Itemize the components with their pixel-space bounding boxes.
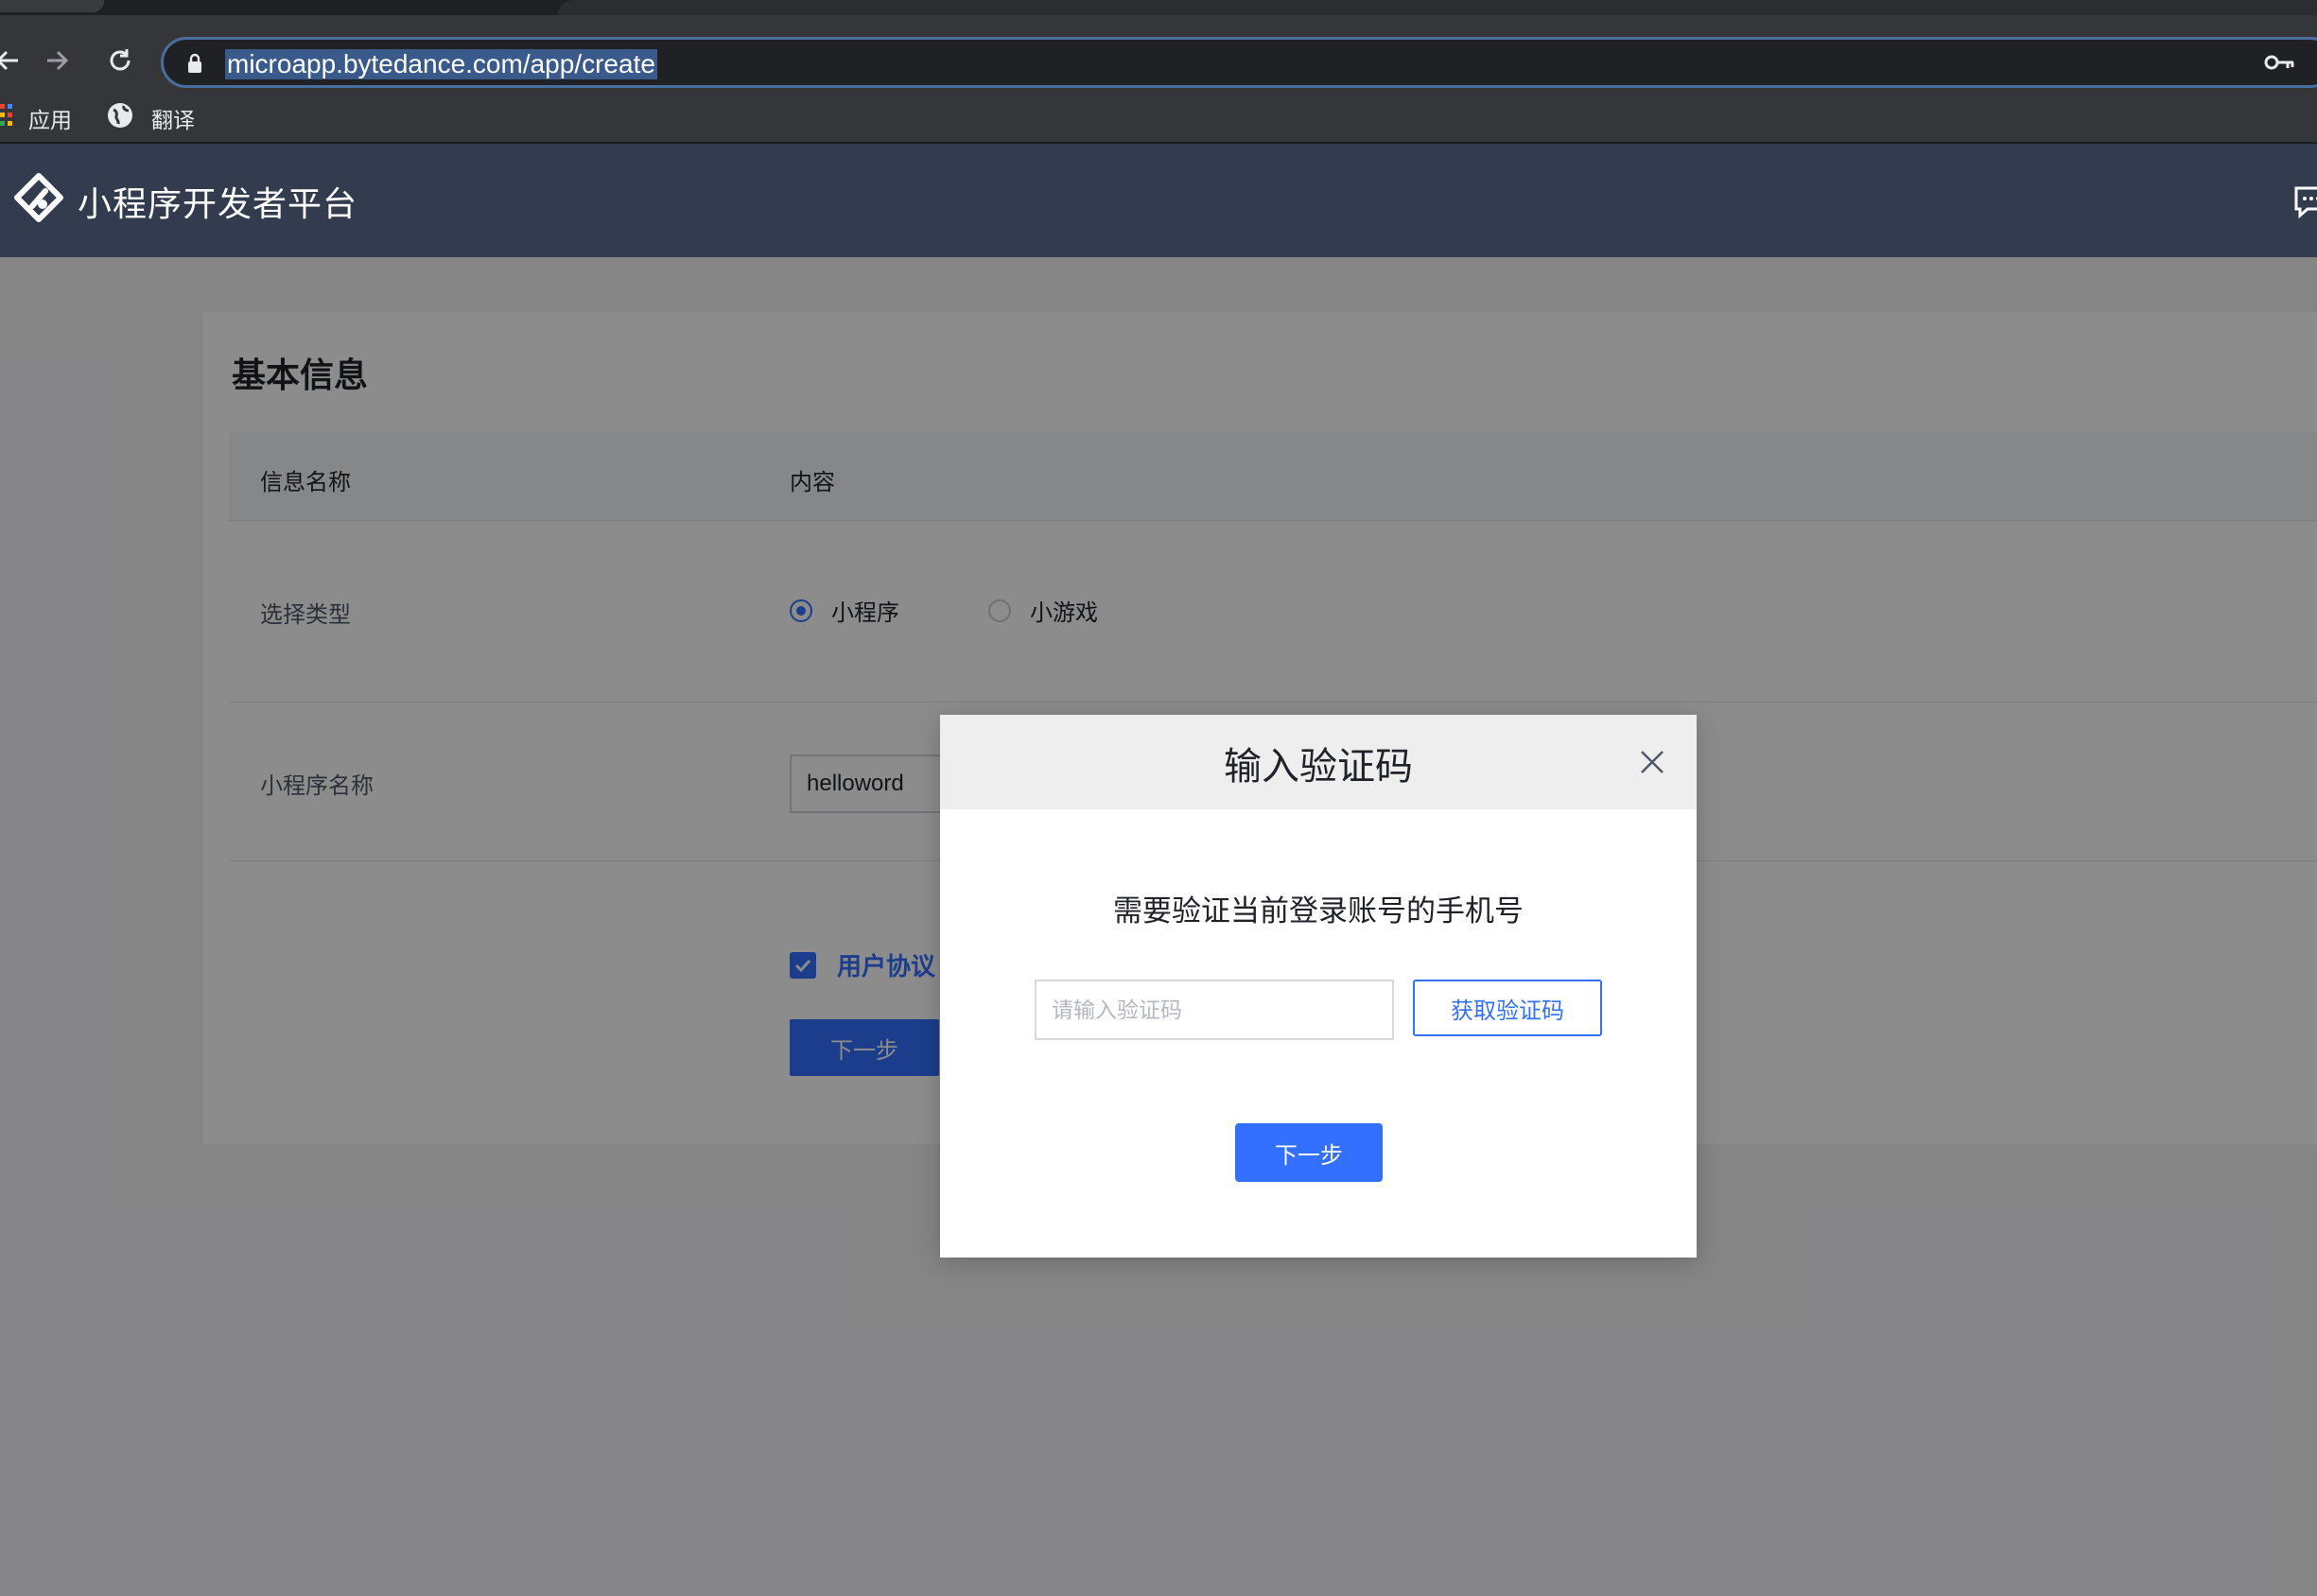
bookmarks-bar: 应用 翻译 — [0, 95, 2317, 142]
apps-grid-icon — [0, 103, 13, 133]
get-code-button[interactable]: 获取验证码 — [1413, 980, 1602, 1036]
bookmark-label: 应用 — [28, 108, 72, 132]
globe-icon — [106, 101, 134, 135]
bookmark-translate[interactable]: 翻译 — [106, 95, 195, 142]
verification-code-input[interactable] — [1035, 980, 1394, 1040]
bookmark-label: 翻译 — [151, 108, 195, 132]
app-header: 小程序开发者平台 — [0, 144, 2317, 257]
close-icon[interactable] — [1636, 746, 1668, 778]
back-icon[interactable] — [0, 41, 26, 80]
modal-header: 输入验证码 — [940, 715, 1697, 809]
browser-toolbar: microapp.bytedance.com/app/create — [0, 15, 2317, 95]
modal-next-button[interactable]: 下一步 — [1235, 1123, 1383, 1182]
modal-description: 需要验证当前登录账号的手机号 — [1113, 894, 1524, 928]
verification-modal: 输入验证码 需要验证当前登录账号的手机号 获取验证码 下一步 — [940, 715, 1697, 1258]
message-icon[interactable] — [2292, 185, 2317, 224]
browser-tab-active[interactable] — [558, 0, 2317, 15]
forward-icon[interactable] — [38, 41, 78, 80]
bookmark-apps[interactable]: 应用 — [0, 95, 72, 142]
platform-title[interactable]: 小程序开发者平台 — [78, 177, 357, 226]
modal-title: 输入验证码 — [1224, 746, 1413, 788]
platform-logo-icon[interactable] — [11, 172, 66, 235]
browser-tab-strip — [0, 0, 2317, 15]
address-bar[interactable]: microapp.bytedance.com/app/create — [161, 37, 2317, 88]
browser-tab[interactable] — [0, 0, 104, 12]
reload-icon[interactable] — [100, 41, 140, 80]
url-text[interactable]: microapp.bytedance.com/app/create — [225, 49, 657, 79]
key-icon[interactable] — [2263, 51, 2295, 78]
lock-icon[interactable] — [186, 53, 203, 78]
